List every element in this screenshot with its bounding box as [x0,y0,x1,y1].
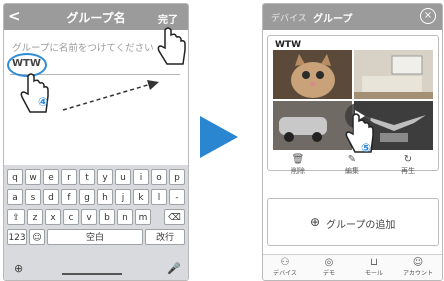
key-a[interactable]: a [7,189,23,205]
camera-thumbnail[interactable] [273,101,352,150]
return-key[interactable]: 改行 [145,229,185,245]
tab-mall[interactable]: ⊔ モール [352,257,396,277]
key-l[interactable]: l [151,189,167,205]
hand-pointer-icon [157,27,186,65]
edit-label: 編集 [345,167,359,175]
step-number-5: ⑤ [361,141,372,155]
add-group-button[interactable]: ⊕ グループの追加 [267,198,439,246]
playback-label: 再生 [401,167,415,175]
key-u[interactable]: u [115,169,131,185]
camera-icon: ⚇ [280,257,290,268]
key-d[interactable]: d [43,189,59,205]
key-g[interactable]: g [79,189,95,205]
tab-demo[interactable]: ◎ デモ [307,257,351,277]
key-j[interactable]: j [115,189,131,205]
tab-label: デバイス [273,270,297,277]
key-b[interactable]: b [99,209,115,225]
key-q[interactable]: q [7,169,23,185]
hand-pointer-icon [20,73,49,113]
group-name-placeholder: グループに名前をつけてください [12,43,154,54]
step-number-4: ④ [38,95,49,109]
space-key[interactable]: 空白 [47,229,143,245]
key-hyphen[interactable]: - [169,189,185,205]
tab-devices[interactable]: ⚇ デバイス [263,257,307,277]
key-h[interactable]: h [97,189,113,205]
delete-label: 削除 [291,167,305,175]
microphone-icon[interactable]: 🎤 [167,262,181,275]
key-k[interactable]: k [133,189,149,205]
key-s[interactable]: s [25,189,41,205]
key-z[interactable]: z [27,209,43,225]
key-f[interactable]: f [61,189,77,205]
key-t[interactable]: t [79,169,95,185]
bottom-tab-bar: ⚇ デバイス ◎ デモ ⊔ モール ☺ アカウント [263,254,442,280]
key-p[interactable]: p [169,169,185,185]
home-indicator [62,273,122,275]
key-c[interactable]: c [63,209,79,225]
key-o[interactable]: o [151,169,167,185]
key-i[interactable]: i [133,169,149,185]
key-m[interactable]: m [135,209,151,225]
next-step-arrow-icon [200,116,238,158]
breadcrumb[interactable]: デバイス [271,11,307,24]
key-n[interactable]: n [117,209,133,225]
backspace-key[interactable]: ⌫ [164,209,185,225]
playback-button[interactable]: ↻ 再生 [388,154,428,176]
key-v[interactable]: v [81,209,97,225]
page-title: グループ [313,14,353,25]
key-w[interactable]: w [25,169,41,185]
cart-icon: ⊔ [370,257,378,268]
key-r[interactable]: r [61,169,77,185]
keyboard: q w e r t y u i o p a s d f g h j k l - … [4,165,188,280]
plus-circle-icon: ⊕ [310,215,321,229]
numbers-key[interactable]: 123 [7,229,27,245]
demo-icon: ◎ [324,257,334,268]
key-y[interactable]: y [97,169,113,185]
rename-group-screen: < グループ名 完了 グループに名前をつけてください WTW ④ q w e r… [3,3,189,281]
tab-label: アカウント [402,270,433,277]
tab-label: モール [364,270,383,277]
tab-label: デモ [322,270,335,277]
dashed-arrow-icon [62,80,159,111]
key-e[interactable]: e [43,169,59,185]
camera-thumbnail[interactable] [273,50,352,99]
done-button[interactable]: 完了 [158,11,178,26]
user-icon: ☺ [412,257,424,268]
emoji-key[interactable]: ☺ [29,229,45,245]
playback-icon: ↻ [403,154,413,165]
header-bar: デバイス グループ × [263,4,442,30]
globe-icon[interactable]: ⊕ [14,262,23,275]
trash-icon: 🗑 [291,154,305,165]
edit-button[interactable]: ✎ 編集 [332,154,372,176]
camera-thumbnail[interactable] [354,50,433,99]
close-icon[interactable]: × [420,8,436,24]
tab-account[interactable]: ☺ アカウント [396,257,440,277]
add-group-label: グループの追加 [326,220,396,231]
group-screen: デバイス グループ × WTW 🗑 削除 ✎ 編集 ↻ 再生 ⑤ ⊕ グループの… [262,3,443,281]
shift-key[interactable]: ⇧ [7,209,25,225]
key-x[interactable]: x [45,209,61,225]
delete-button[interactable]: 🗑 削除 [278,154,318,176]
group-name: WTW [275,40,301,50]
